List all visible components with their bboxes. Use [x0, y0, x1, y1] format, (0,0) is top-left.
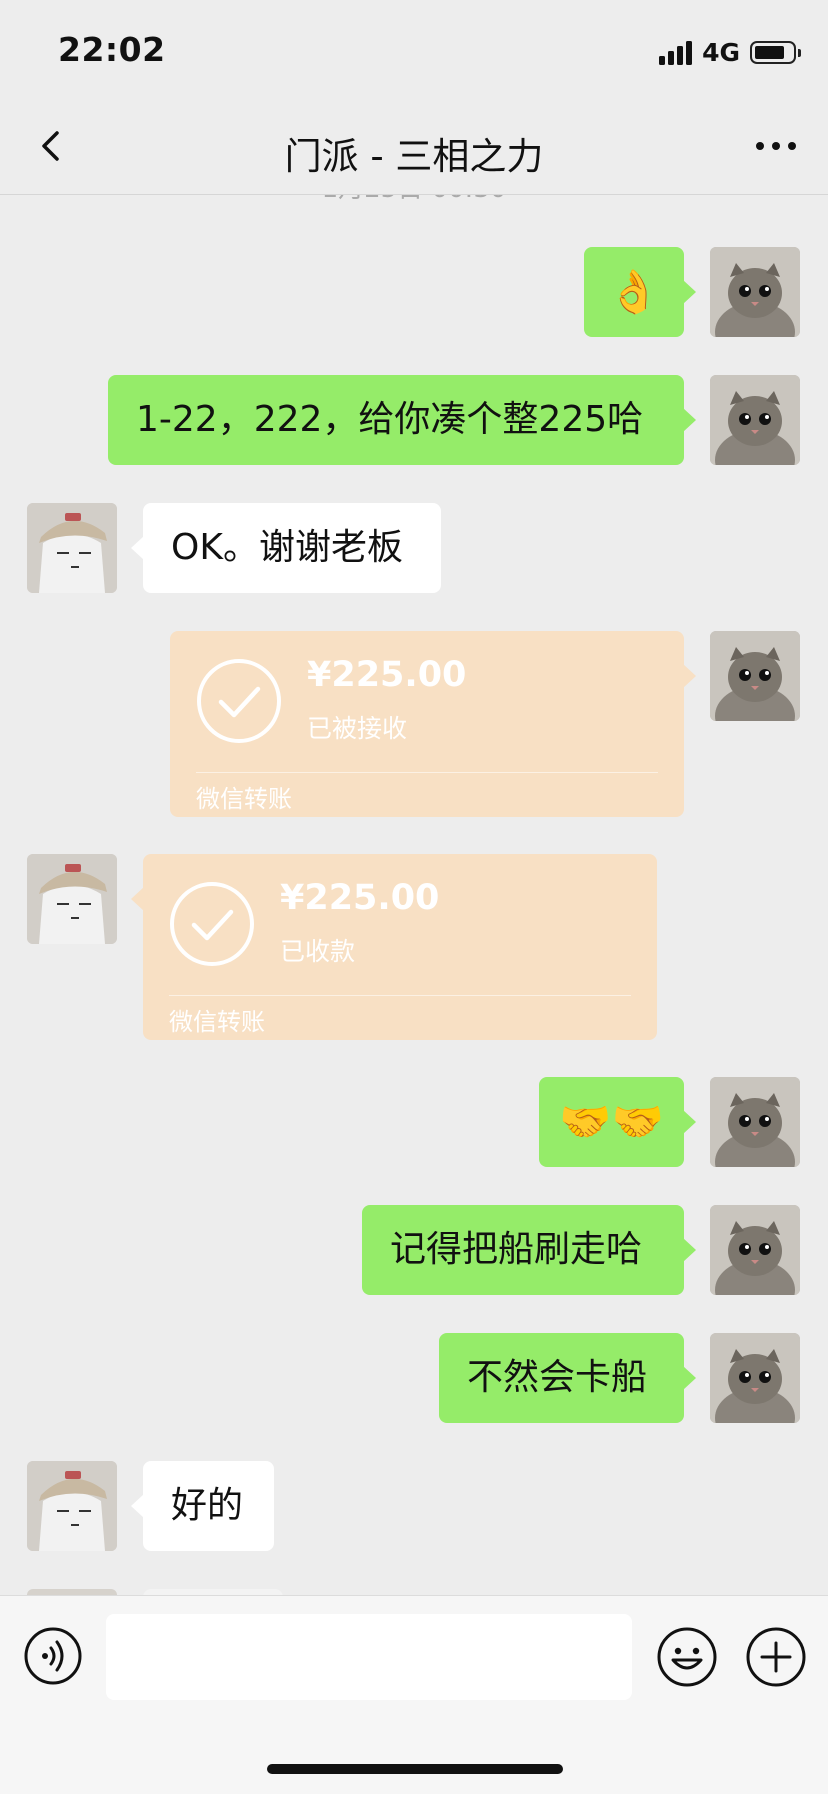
- check-circle-icon: [197, 659, 281, 743]
- avatar[interactable]: [710, 375, 800, 465]
- avatar[interactable]: [27, 854, 117, 944]
- message-bubble[interactable]: 1-22，222，给你凑个整225哈: [108, 375, 696, 465]
- plus-icon[interactable]: [745, 1626, 807, 1688]
- check-circle-icon: [170, 882, 254, 966]
- transfer-status: 已收款: [280, 937, 356, 966]
- avatar[interactable]: [710, 247, 800, 337]
- message-bubble[interactable]: 不然会卡船: [439, 1333, 696, 1423]
- message-bubble[interactable]: 🤝🤝: [539, 1077, 696, 1167]
- status-indicators: 4G: [659, 36, 801, 68]
- home-indicator: [267, 1764, 563, 1774]
- battery-icon: [750, 40, 801, 64]
- nav-bar: 门派 - 三相之力: [0, 100, 828, 195]
- transfer-card[interactable]: ¥225.00 已被接收 微信转账: [170, 631, 696, 817]
- ok-hand-emoji: 👌: [607, 267, 661, 316]
- transfer-status: 已被接收: [307, 714, 408, 743]
- chat-title: 门派 - 三相之力: [284, 135, 544, 178]
- status-time: 22:02: [58, 30, 166, 69]
- network-type: 4G: [702, 37, 740, 67]
- message-input[interactable]: [106, 1614, 632, 1700]
- avatar[interactable]: [710, 1205, 800, 1295]
- cat-avatar-image: [710, 1333, 800, 1423]
- avatar[interactable]: [710, 631, 800, 721]
- cat-avatar-image: [710, 247, 800, 337]
- ghost-avatar-image: [27, 503, 117, 593]
- chat-messages[interactable]: 👌 1-22，222，给你凑个整225哈 OK。谢谢老板 ¥225.00 已被接…: [0, 195, 828, 1595]
- message-bubble[interactable]: 👌: [584, 247, 696, 337]
- signal-icon: [659, 39, 693, 65]
- input-bar: [0, 1595, 828, 1794]
- avatar[interactable]: [27, 1461, 117, 1551]
- divider: [196, 772, 658, 773]
- avatar[interactable]: [710, 1333, 800, 1423]
- emoji-icon[interactable]: [656, 1626, 718, 1688]
- message-bubble[interactable]: 好的: [131, 1461, 274, 1551]
- transfer-amount: ¥225.00: [280, 878, 440, 918]
- handshake-emoji: 🤝🤝: [559, 1097, 664, 1146]
- transfer-card[interactable]: ¥225.00 已收款 微信转账: [131, 854, 657, 1040]
- voice-icon[interactable]: [23, 1626, 83, 1686]
- more-icon[interactable]: [750, 126, 802, 166]
- avatar[interactable]: [710, 1077, 800, 1167]
- transfer-label: 微信转账: [169, 1008, 265, 1036]
- status-bar: 22:02 4G: [0, 0, 828, 100]
- transfer-label: 微信转账: [196, 785, 292, 813]
- message-bubble[interactable]: 记得把船刷走哈: [362, 1205, 696, 1295]
- cat-avatar-image: [710, 1205, 800, 1295]
- avatar[interactable]: [27, 503, 117, 593]
- divider: [169, 995, 631, 996]
- cat-avatar-image: [710, 1077, 800, 1167]
- message-bubble[interactable]: OK。谢谢老板: [131, 503, 441, 593]
- transfer-amount: ¥225.00: [307, 655, 467, 695]
- ghost-avatar-image: [27, 854, 117, 944]
- cat-avatar-image: [710, 375, 800, 465]
- ghost-avatar-image: [27, 1461, 117, 1551]
- cat-avatar-image: [710, 631, 800, 721]
